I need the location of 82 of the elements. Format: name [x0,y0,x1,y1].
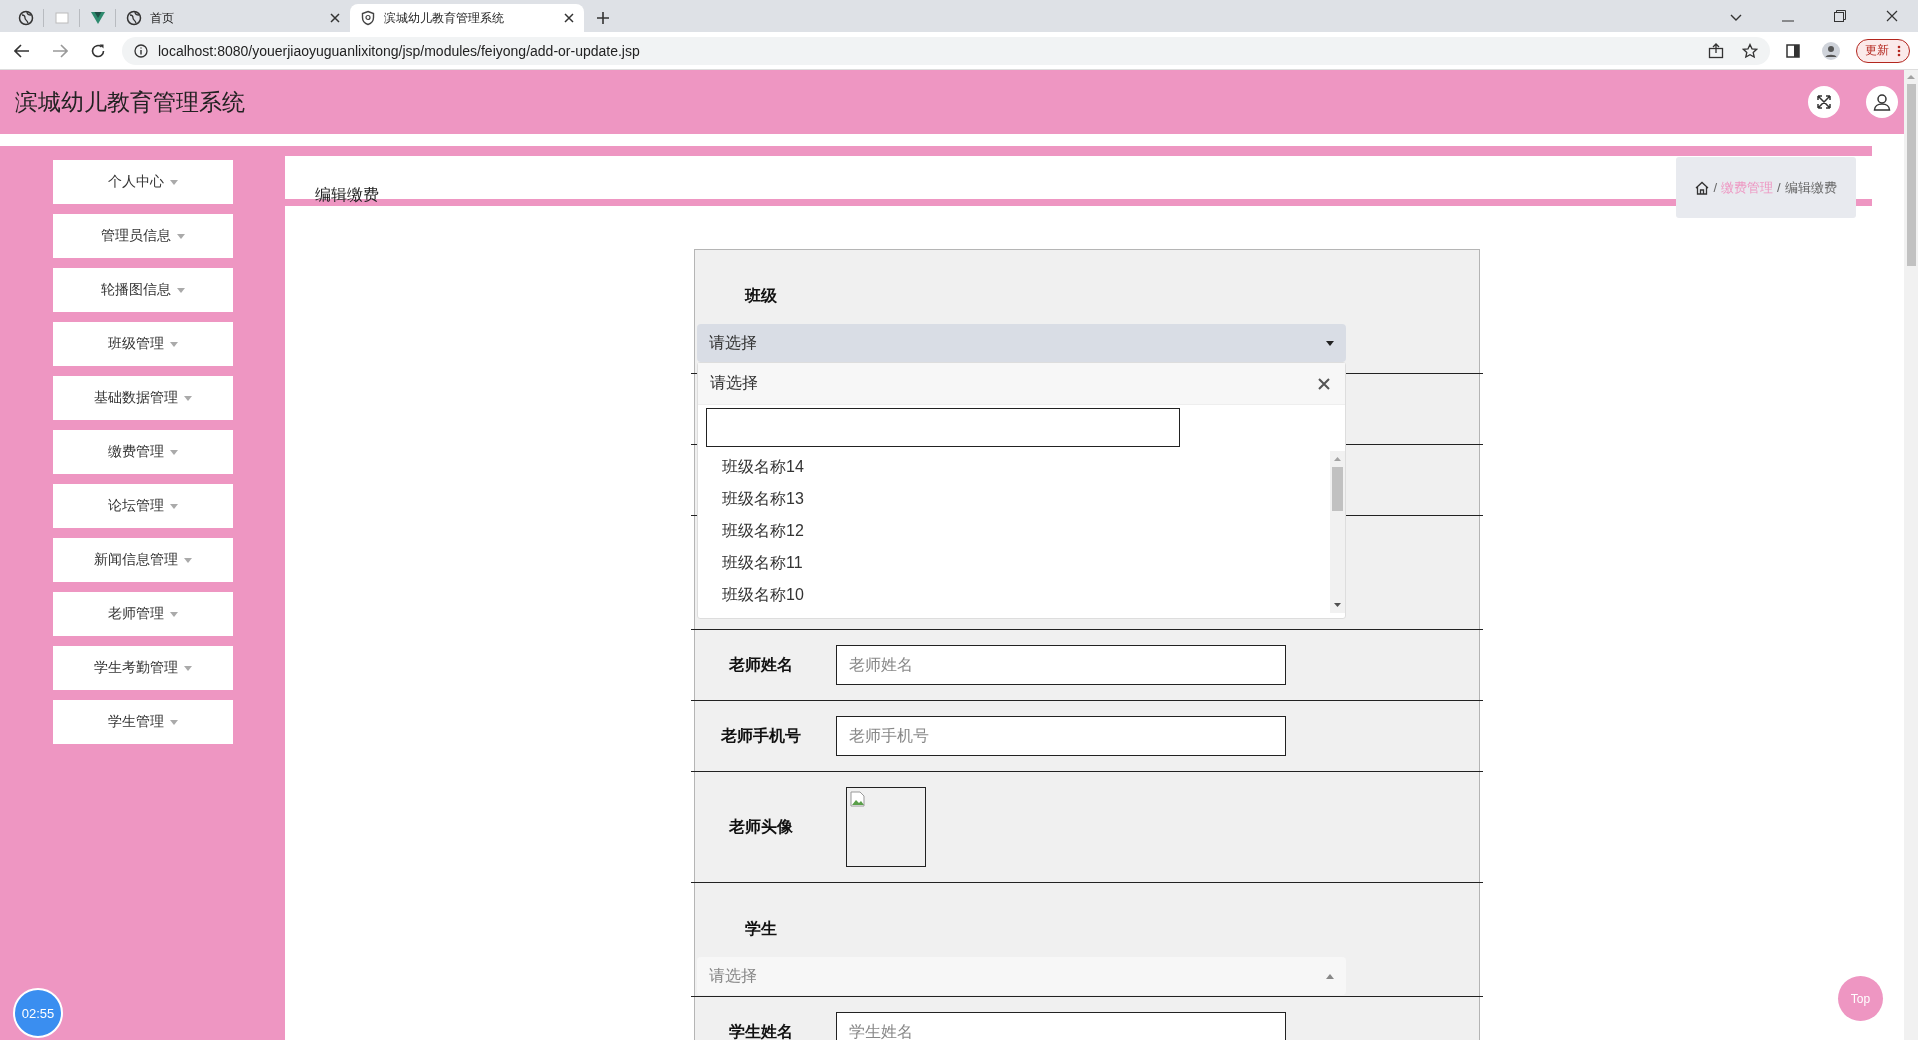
text-input-field[interactable]: 老师手机号 [836,716,1286,756]
info-icon [134,43,148,58]
field-label: 老师头像 [728,816,794,837]
dropdown-header: 请选择 [710,373,758,393]
sidebar-menu-item[interactable]: 基础数据管理 [53,376,233,420]
shield-icon [360,10,376,26]
caret-icon [1326,340,1334,346]
user-button[interactable] [1866,86,1898,118]
close-icon[interactable] [1318,377,1330,390]
restore-icon[interactable] [1834,10,1846,22]
text-input-field[interactable]: 老师姓名 [836,645,1286,685]
browser-tab[interactable]: 滨城幼儿教育管理系统 [350,4,584,32]
share-icon[interactable] [1708,42,1724,59]
sidebar-menu-item[interactable]: 学生考勤管理 [53,646,233,690]
sidebar-menu-item[interactable]: 老师管理 [53,592,233,636]
sidebar-menu-item[interactable]: 缴费管理 [53,430,233,474]
search-field[interactable] [706,408,1180,447]
more-vertical-icon [1897,44,1901,57]
page-title: 编辑缴费 [315,185,379,205]
v-logo-icon [89,10,106,26]
close-icon[interactable] [1886,10,1898,22]
sidebar-menu-item[interactable]: 个人中心 [53,160,233,204]
blank-page-icon [53,10,70,26]
forward-arrow-icon[interactable] [52,43,68,58]
sidebar-menu-item[interactable]: 班级管理 [53,322,233,366]
sidebar-menu-item[interactable]: 轮播图信息 [53,268,233,312]
dropdown-option[interactable]: 班级名称13 [698,483,1330,515]
new-tab-icon[interactable] [596,11,610,25]
caret-down-icon [184,558,192,563]
scrollbar-drawing[interactable] [1330,451,1345,613]
dropdown-option[interactable]: 班级名称11 [698,547,1330,579]
side-panel-icon[interactable] [1786,43,1800,58]
caret-down-icon [170,504,178,509]
tab-title: 首页 [150,9,175,27]
star-icon[interactable] [1742,42,1758,59]
field-label: 学生 [744,919,778,939]
profile-icon[interactable] [1822,41,1840,60]
address-bar[interactable]: localhost:8080/youerjiaoyuguanlixitong/jsp/modules/feiyong/add-or-update.jsp [122,36,1770,65]
close-icon[interactable] [330,13,340,23]
scrollbar-drawing[interactable] [1904,70,1918,1040]
back-arrow-icon[interactable] [14,43,30,58]
dropdown-option[interactable]: 班级名称14 [698,451,1330,483]
dropdown-option[interactable]: 班级名称10 [698,579,1330,611]
field-label: 班级 [743,286,778,306]
update-button[interactable]: 更新 [1856,38,1910,63]
close-icon[interactable] [564,13,574,23]
caret-down-icon [170,450,178,455]
url-text: localhost:8080/youerjiaoyuguanlixitong/jsp/modules/feiyong/add-or-update.jsp [158,42,640,59]
tab-title: 滨城幼儿教育管理系统 [384,9,505,27]
caret-down-icon [184,666,192,671]
breadcrumb-separator: / [1713,180,1717,195]
broken-image-icon [850,791,866,807]
caret-down-icon [177,234,185,239]
breadcrumb-current: 编辑缴费 [1784,178,1837,197]
dropdown-option[interactable]: 班级名称12 [698,515,1330,547]
sidebar-menu-item[interactable]: 新闻信息管理 [53,538,233,582]
sidebar-menu-item[interactable]: 学生管理 [53,700,233,744]
home-icon[interactable] [1695,180,1710,195]
reload-icon[interactable] [90,42,106,59]
breadcrumb-separator: / [1777,180,1781,195]
field-label: 学生姓名 [728,1021,794,1040]
caret-down-icon [170,180,178,185]
sidebar-menu-item[interactable]: 论坛管理 [53,484,233,528]
caret-icon [1326,973,1334,979]
field-label: 老师姓名 [728,654,794,675]
expand-icon [1816,94,1832,110]
select-field[interactable]: 请选择 [697,324,1346,362]
caret-down-icon [170,612,178,617]
text-input-field[interactable]: 学生姓名 [836,1012,1286,1040]
caret-down-icon [184,396,192,401]
site-title: 滨城幼儿教育管理系统 [15,87,245,117]
field-label: 老师手机号 [720,725,802,746]
globe-icon [17,10,34,26]
chevron-down-icon[interactable] [1730,14,1742,22]
browser-tab[interactable]: 首页 [116,4,350,32]
caret-down-icon [177,288,185,293]
caret-down-icon [170,720,178,725]
user-icon [1873,93,1891,111]
globe-icon [126,10,142,26]
caret-down-icon [170,342,178,347]
fullscreen-button[interactable] [1808,86,1840,118]
sidebar-menu-item[interactable]: 管理员信息 [53,214,233,258]
